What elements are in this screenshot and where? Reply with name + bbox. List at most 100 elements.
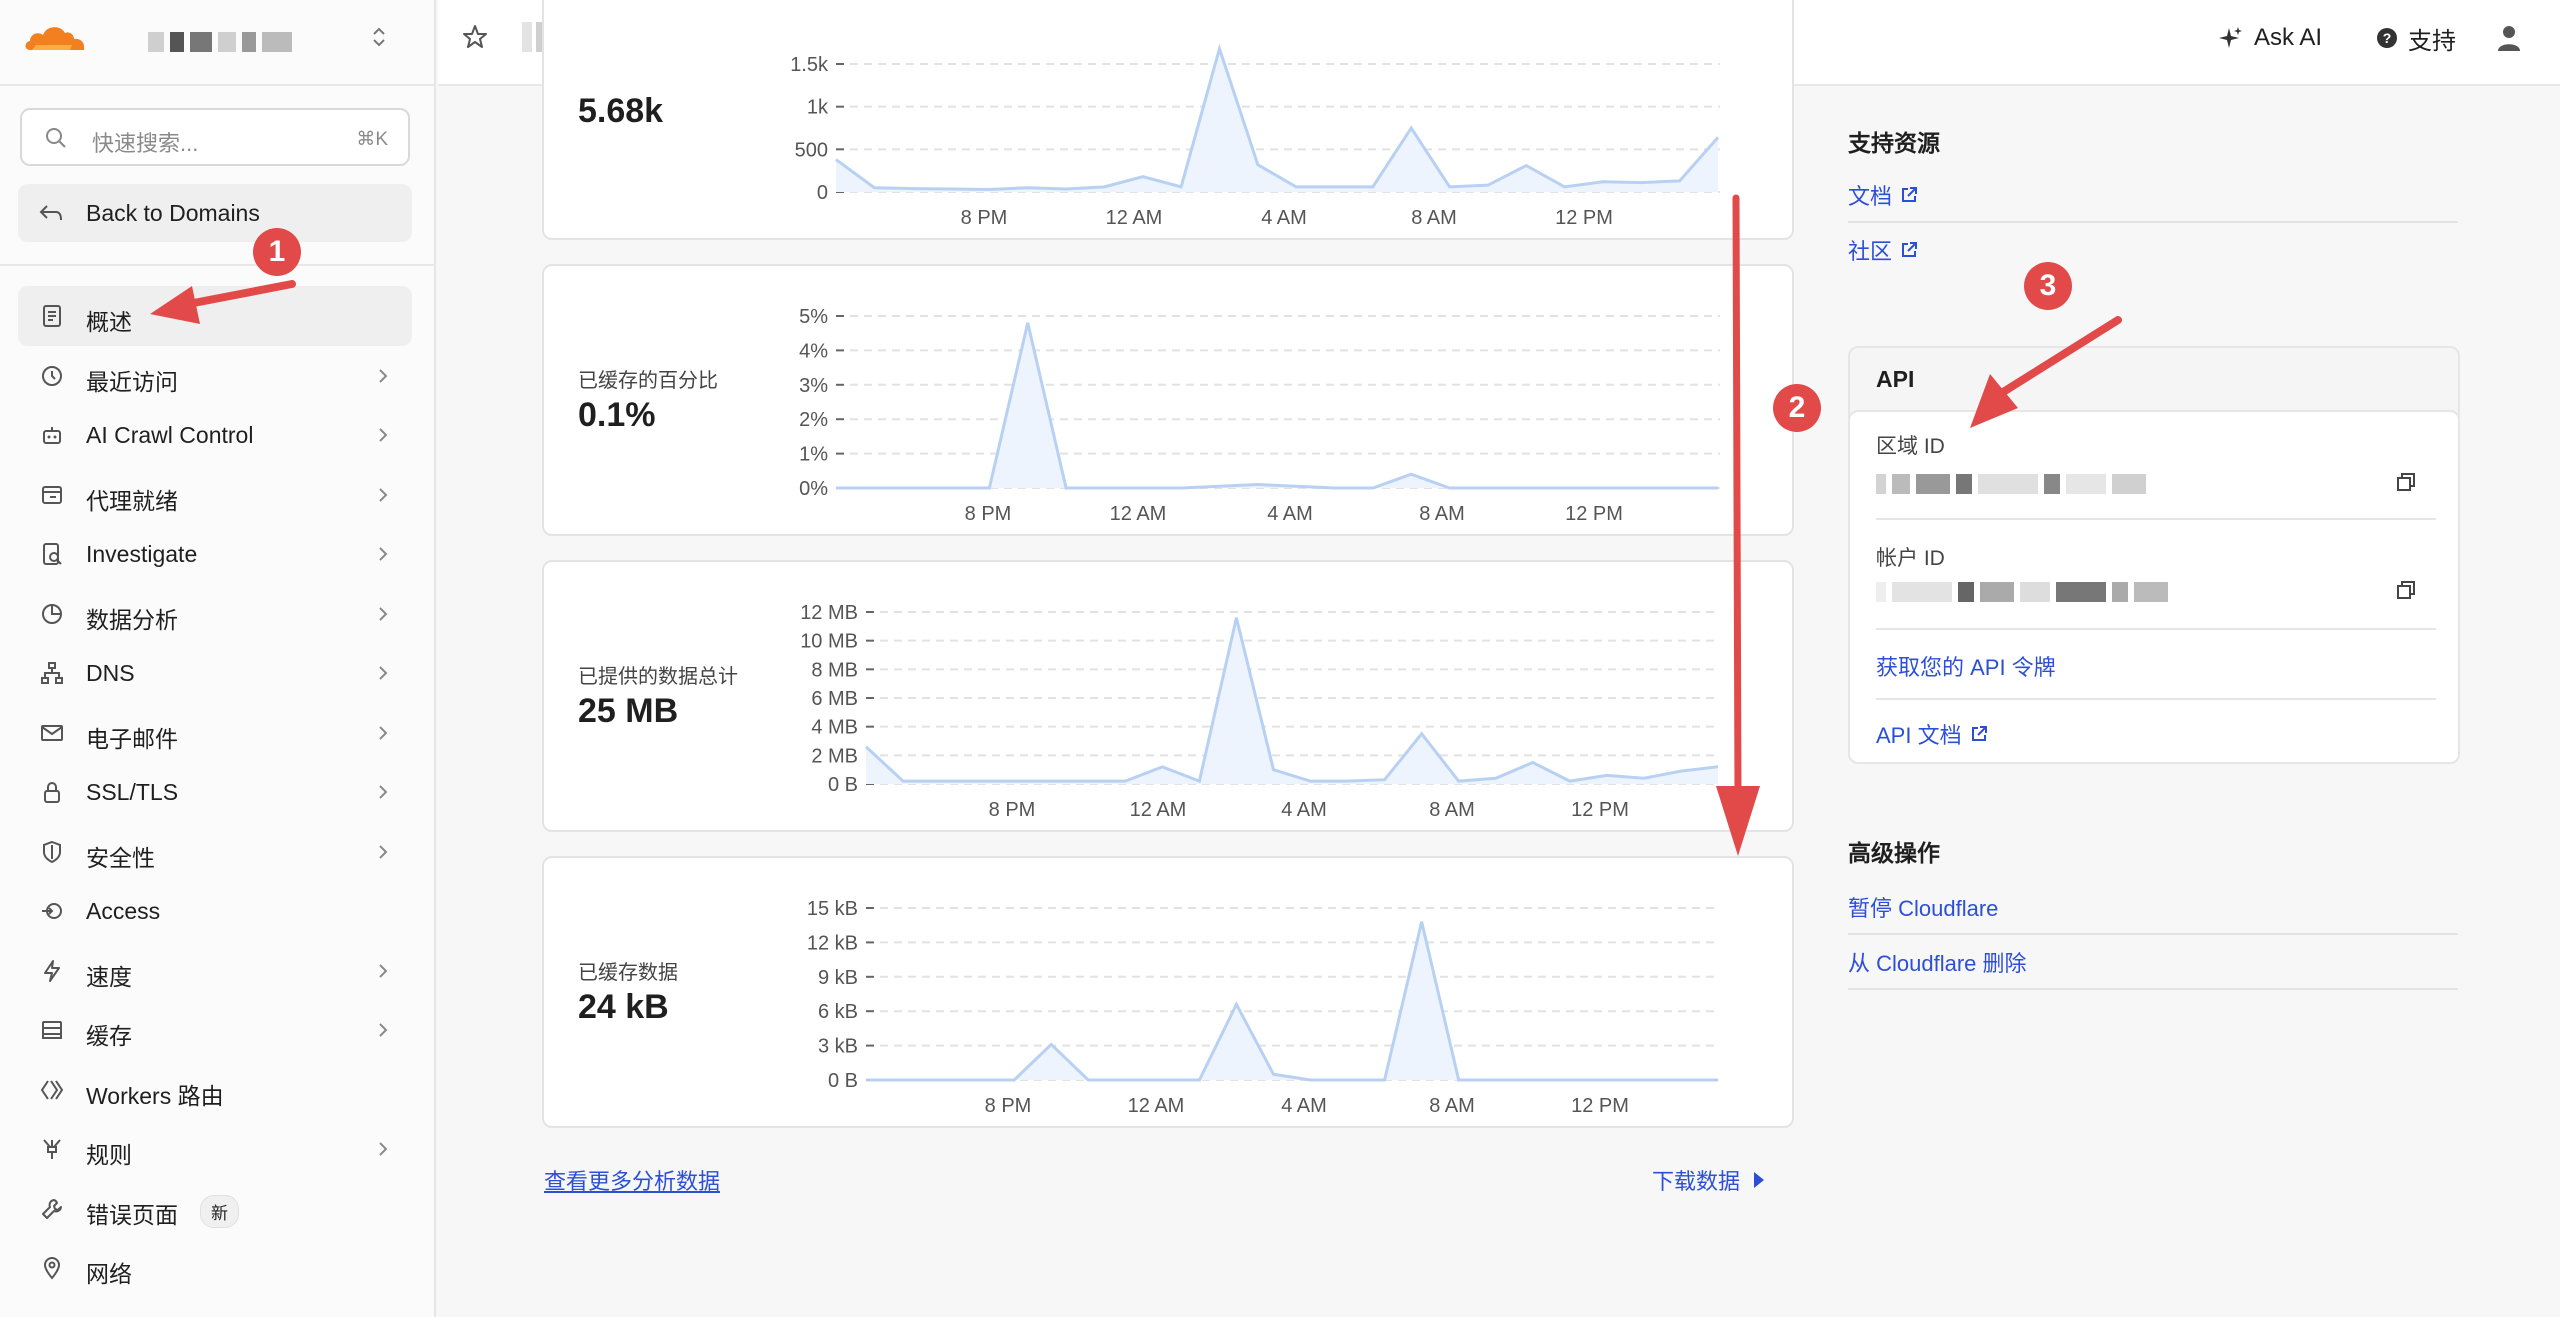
- x-tick-label: 8 PM: [989, 799, 1036, 821]
- sidebar-item-1[interactable]: 最近访问: [18, 346, 412, 406]
- chevron-right-icon: [379, 547, 388, 561]
- user-icon[interactable]: [2496, 24, 2522, 52]
- robot-icon: [43, 427, 61, 444]
- search-input[interactable]: 快速搜索... ⌘K: [20, 108, 410, 166]
- y-tick-label: 2%: [799, 409, 828, 431]
- chart-card-data-cached: 0 B 3 kB 6 kB 9 kB 12 kB 15 kB 8 PM 12 AM 4 AM 8 …: [542, 856, 1794, 1128]
- chevron-right-icon: [379, 844, 388, 859]
- download-label: 下载数据: [1652, 1169, 1741, 1194]
- play-arrow-icon: [1754, 1172, 1765, 1188]
- chevron-right-icon: [379, 785, 388, 799]
- x-tick-label: 4 AM: [1267, 503, 1313, 525]
- back-to-domains-button[interactable]: Back to Domains: [18, 184, 412, 242]
- y-tick-label: 0 B: [828, 1070, 858, 1092]
- sidebar-item-9[interactable]: 安全性: [18, 822, 412, 882]
- card-value: 24 kB: [578, 988, 669, 1026]
- star-icon[interactable]: [462, 24, 488, 50]
- chart-card-requests: 0 500 1k 1.5k 8 PM 12 AM 4 AM 8 AM 12 PM 5.68k: [542, 0, 1794, 240]
- sidebar-item-label: Access: [86, 898, 161, 924]
- sidebar-item-14[interactable]: 规则: [18, 1119, 412, 1179]
- chart-card-cached-percent: 0% 1% 2% 3% 4% 5% 8 PM 12 AM 4 AM 8 AM 12 PM 已缓存的百…: [542, 264, 1794, 536]
- sidebar-item-7[interactable]: 电子邮件: [18, 703, 412, 763]
- sidebar-item-15[interactable]: 错误页面新: [18, 1179, 412, 1239]
- y-tick-label: 3 kB: [818, 1036, 858, 1058]
- download-data-button[interactable]: 下载数据: [1652, 1164, 1766, 1196]
- series-line: [864, 617, 1719, 784]
- x-tick-label: 8 AM: [1419, 503, 1465, 525]
- api-docs-label: API 文档: [1876, 723, 1962, 748]
- sidebar-item-6[interactable]: DNS: [18, 643, 412, 703]
- sidebar-divider: [0, 264, 436, 266]
- network-icon: [41, 662, 63, 684]
- series-area: [866, 921, 1718, 1080]
- api-docs-link[interactable]: API 文档: [1876, 718, 1988, 750]
- shield-icon: [43, 840, 61, 863]
- sidebar-item-0[interactable]: 概述: [18, 286, 412, 346]
- y-tick-label: 8 MB: [811, 659, 858, 681]
- api-title: API: [1876, 366, 1915, 392]
- more-analytics-link[interactable]: 查看更多分析数据: [544, 1164, 720, 1196]
- workers-icon: [40, 1079, 64, 1100]
- copy-icon[interactable]: [2396, 580, 2416, 600]
- x-tick-label: 8 PM: [985, 1095, 1032, 1117]
- sidebar-item-5[interactable]: 数据分析: [18, 584, 412, 644]
- sidebar-item-label: 代理就绪: [86, 487, 178, 514]
- sidebar-item-3[interactable]: 代理就绪: [18, 465, 412, 525]
- y-tick-label: 500: [795, 139, 828, 161]
- series-line: [835, 43, 1720, 191]
- search-placeholder: 快速搜索...: [92, 131, 199, 156]
- external-link-icon: [1971, 726, 1987, 741]
- card-label: 已缓存数据: [578, 962, 678, 984]
- y-tick-label: 4 MB: [811, 717, 858, 739]
- lock-icon: [44, 782, 60, 803]
- annotation-marker-1: 1: [253, 228, 301, 276]
- x-tick-label: 12 AM: [1106, 207, 1163, 229]
- sidebar-item-10[interactable]: Access: [18, 881, 412, 941]
- copy-icon[interactable]: [2396, 472, 2416, 492]
- remove-from-cloudflare-link[interactable]: 从 Cloudflare 删除: [1848, 935, 2458, 990]
- support-button[interactable]: ? 支持: [2376, 22, 2456, 55]
- y-tick-label: 6 MB: [811, 688, 858, 710]
- x-tick-label: 12 PM: [1571, 799, 1629, 821]
- clock-icon: [42, 365, 62, 386]
- pause-cloudflare-link[interactable]: 暂停 Cloudflare: [1848, 880, 2458, 935]
- sidebar-item-2[interactable]: AI Crawl Control: [18, 405, 412, 465]
- ask-ai-label: Ask AI: [2254, 24, 2323, 51]
- external-link-icon: [1902, 241, 1918, 257]
- x-tick-label: 8 PM: [965, 503, 1012, 525]
- sidebar-item-13[interactable]: Workers 路由: [18, 1060, 412, 1120]
- sidebar-item-12[interactable]: 缓存: [18, 1000, 412, 1060]
- sidebar-item-label: 错误页面: [86, 1201, 178, 1228]
- svg-text:?: ?: [2383, 30, 2392, 46]
- sidebar-item-16[interactable]: 网络: [18, 1238, 412, 1298]
- x-tick-label: 8 AM: [1429, 1095, 1475, 1117]
- docs-link[interactable]: 文档: [1848, 168, 2458, 223]
- sidebar-item-4[interactable]: Investigate: [18, 524, 412, 584]
- annotation-marker-2: 2: [1773, 384, 1821, 432]
- chevron-right-icon: [379, 725, 388, 740]
- sidebar-item-11[interactable]: 速度: [18, 941, 412, 1001]
- community-label: 社区: [1848, 238, 1893, 264]
- area-chart: 0 500 1k 1.5k 8 PM 12 AM 4 AM 8 AM 12 PM: [790, 43, 1720, 229]
- community-link[interactable]: 社区: [1848, 222, 2458, 277]
- remove-from-cloudflare-label: 从 Cloudflare 删除: [1848, 950, 2027, 976]
- sidebar-item-label: 安全性: [86, 844, 155, 871]
- chevron-updown-icon[interactable]: [370, 24, 388, 50]
- search-shortcut: ⌘K: [356, 129, 388, 150]
- series-area: [866, 617, 1718, 784]
- account-switcher[interactable]: [0, 0, 434, 86]
- card-label: 已提供的数据总计: [578, 666, 738, 688]
- x-tick-label: 12 AM: [1128, 1095, 1185, 1117]
- sidebar-item-label: 规则: [86, 1142, 132, 1168]
- get-api-token-link[interactable]: 获取您的 API 令牌: [1876, 650, 2056, 682]
- card-value: 5.68k: [578, 92, 664, 130]
- ask-ai-button[interactable]: Ask AI: [2218, 22, 2322, 54]
- sidebar-item-label: Investigate: [86, 541, 198, 567]
- wrench-icon: [42, 1198, 62, 1219]
- get-token-row: 获取您的 API 令牌: [1876, 630, 2436, 700]
- pause-cloudflare-label: 暂停 Cloudflare: [1848, 895, 1999, 921]
- sidebar-item-label: Workers 路由: [86, 1082, 224, 1109]
- area-chart: 0 B 2 MB 4 MB 6 MB 8 MB 10 MB 12 MB 8 PM 12 AM 4 …: [800, 602, 1720, 821]
- sidebar-item-8[interactable]: SSL/TLS: [18, 762, 412, 822]
- chevron-right-icon: [379, 963, 388, 978]
